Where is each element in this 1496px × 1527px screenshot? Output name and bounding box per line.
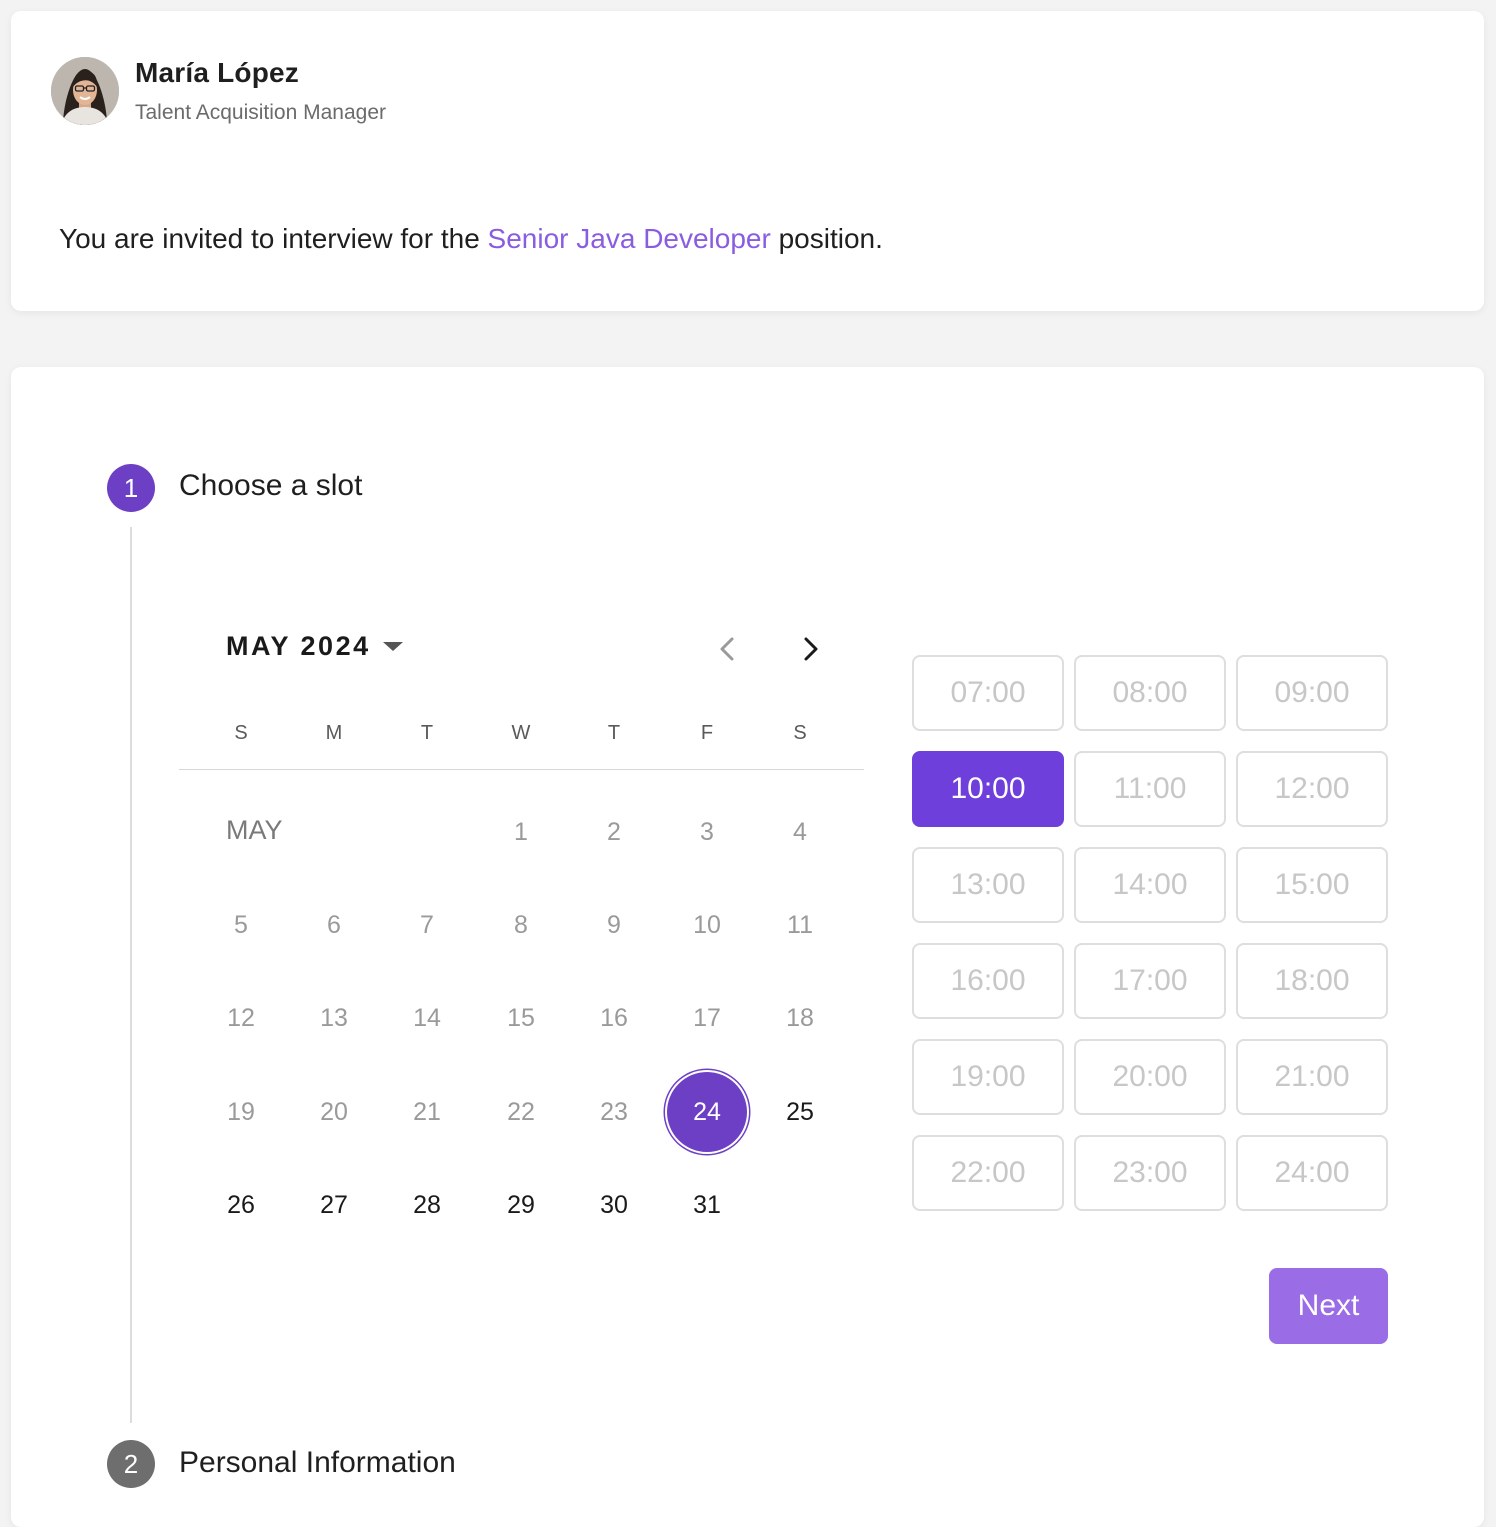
calendar-day[interactable]: 30	[574, 1165, 654, 1245]
calendar-day[interactable]: 19	[201, 1072, 281, 1152]
next-button[interactable]: Next	[1269, 1268, 1388, 1344]
calendar-day[interactable]: 15	[481, 978, 561, 1058]
calendar-day[interactable]: 9	[574, 885, 654, 965]
recruiter-role: Talent Acquisition Manager	[135, 101, 386, 124]
step-2-title: Personal Information	[179, 1446, 456, 1479]
time-slot[interactable]: 17:00	[1074, 943, 1226, 1019]
invitation-text: You are invited to interview for the Sen…	[59, 223, 883, 255]
calendar-day[interactable]: 8	[481, 885, 561, 965]
weekday-label: T	[607, 722, 621, 744]
month-year-dropdown[interactable]: MAY 2024	[226, 631, 403, 662]
calendar-day[interactable]: 6	[294, 885, 374, 965]
time-slot[interactable]: 14:00	[1074, 847, 1226, 923]
calendar-day[interactable]: 17	[667, 978, 747, 1058]
month-year-label: MAY 2024	[226, 631, 371, 661]
step-2-indicator: 2	[107, 1440, 155, 1488]
calendar-day[interactable]: 10	[667, 885, 747, 965]
calendar-day[interactable]: 1	[481, 792, 561, 872]
time-slot-selected[interactable]: 10:00	[912, 751, 1064, 827]
calendar-day[interactable]: 29	[481, 1165, 561, 1245]
time-slot[interactable]: 09:00	[1236, 655, 1388, 731]
weekday-label: T	[420, 722, 434, 744]
time-slot[interactable]: 21:00	[1236, 1039, 1388, 1115]
calendar-day[interactable]: 3	[667, 792, 747, 872]
calendar-day[interactable]: 18	[760, 978, 840, 1058]
time-slot[interactable]: 20:00	[1074, 1039, 1226, 1115]
calendar-day[interactable]: 16	[574, 978, 654, 1058]
weekday-label: W	[511, 722, 531, 744]
time-slot[interactable]: 22:00	[912, 1135, 1064, 1211]
step-1-title: Choose a slot	[179, 469, 363, 502]
calendar-day[interactable]: 7	[387, 885, 467, 965]
calendar-day[interactable]: 2	[574, 792, 654, 872]
weekday-label: S	[234, 722, 248, 744]
recruiter-card: María López Talent Acquisition Manager Y…	[11, 11, 1484, 311]
calendar-day[interactable]: 25	[760, 1072, 840, 1152]
calendar-day[interactable]: 28	[387, 1165, 467, 1245]
calendar-month-label: MAY	[226, 815, 283, 845]
weekday-header: SMTWTFS	[194, 722, 846, 752]
time-slot[interactable]: 11:00	[1074, 751, 1226, 827]
next-month-button[interactable]	[790, 629, 830, 669]
time-slot[interactable]: 08:00	[1074, 655, 1226, 731]
invitation-prefix: You are invited to interview for the	[59, 223, 488, 254]
calendar-day[interactable]: 12	[201, 978, 281, 1058]
previous-month-button[interactable]	[708, 629, 748, 669]
time-slot[interactable]: 19:00	[912, 1039, 1064, 1115]
position-link[interactable]: Senior Java Developer	[488, 223, 771, 254]
booking-card: 1 Choose a slot MAY 2024 SMTWTFS MAY 123…	[11, 367, 1484, 1527]
calendar-day[interactable]: 26	[201, 1165, 281, 1245]
avatar	[51, 57, 119, 125]
time-slot[interactable]: 16:00	[912, 943, 1064, 1019]
calendar-day[interactable]: 31	[667, 1165, 747, 1245]
calendar-day[interactable]: 22	[481, 1072, 561, 1152]
weekday-label: M	[325, 722, 343, 744]
invitation-suffix: position.	[770, 223, 883, 254]
calendar-day[interactable]: 20	[294, 1072, 374, 1152]
stepper-connector	[130, 527, 132, 1423]
calendar-day[interactable]: 11	[760, 885, 840, 965]
time-slot[interactable]: 18:00	[1236, 943, 1388, 1019]
calendar-day-selected[interactable]: 24	[667, 1072, 747, 1152]
calendar-day[interactable]: 23	[574, 1072, 654, 1152]
calendar-day[interactable]: 21	[387, 1072, 467, 1152]
calendar-day[interactable]: 14	[387, 978, 467, 1058]
calendar-day[interactable]: 27	[294, 1165, 374, 1245]
chevron-left-icon	[720, 637, 734, 661]
calendar-day[interactable]: 4	[760, 792, 840, 872]
step-1-indicator: 1	[107, 464, 155, 512]
time-slot[interactable]: 23:00	[1074, 1135, 1226, 1211]
chevron-right-icon	[804, 637, 818, 661]
caret-down-icon	[382, 642, 403, 651]
time-slot[interactable]: 13:00	[912, 847, 1064, 923]
weekday-label: S	[793, 722, 807, 744]
time-slot[interactable]: 15:00	[1236, 847, 1388, 923]
time-slot[interactable]: 12:00	[1236, 751, 1388, 827]
recruiter-name: María López	[135, 57, 300, 88]
calendar-day[interactable]: 5	[201, 885, 281, 965]
calendar-divider	[179, 769, 864, 770]
calendar-day[interactable]: 13	[294, 978, 374, 1058]
time-slot[interactable]: 24:00	[1236, 1135, 1388, 1211]
time-slot[interactable]: 07:00	[912, 655, 1064, 731]
weekday-label: F	[700, 722, 714, 744]
